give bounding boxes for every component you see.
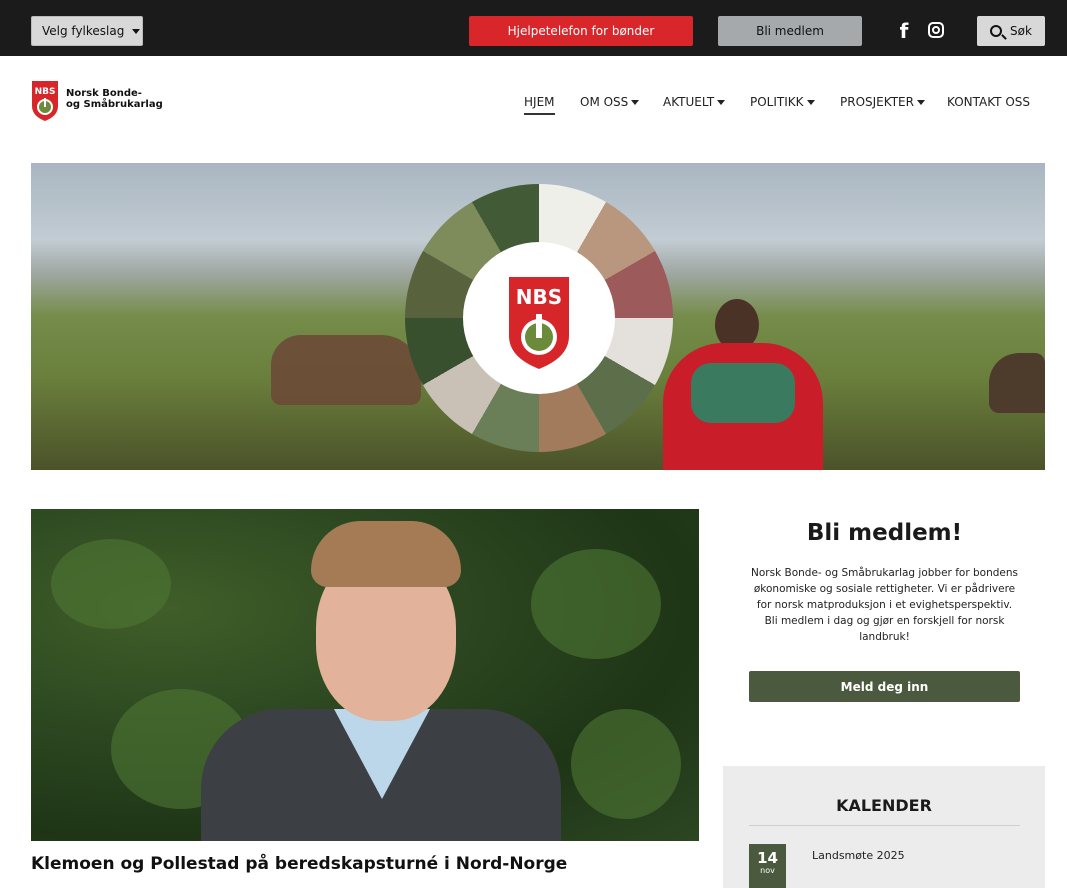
farmer-image — [663, 343, 823, 470]
nav-label: OM OSS — [580, 95, 629, 109]
search-label: Søk — [1010, 24, 1032, 38]
become-member-button[interactable]: Bli medlem — [718, 16, 862, 46]
helpline-button[interactable]: Hjelpetelefon for bønder — [469, 16, 693, 46]
nav-label: KONTAKT OSS — [947, 95, 1031, 109]
nav-item-kontakt-oss[interactable]: KONTAKT OSS — [947, 95, 1030, 109]
nav-item-aktuelt[interactable]: AKTUELT — [663, 95, 726, 109]
join-button[interactable]: Meld deg inn — [749, 671, 1020, 702]
nav-label: HJEM — [524, 95, 555, 109]
article-image[interactable] — [31, 509, 699, 841]
calendar-title: KALENDER — [836, 796, 932, 815]
event-month: nov — [760, 866, 775, 875]
article-title[interactable]: Klemoen og Pollestad på beredskapsturné … — [31, 854, 567, 874]
org-name[interactable]: Norsk Bonde- og Småbrukarlag — [66, 88, 163, 110]
instagram-icon[interactable] — [928, 22, 944, 38]
caret-down-icon — [132, 28, 141, 34]
caret-down-icon — [916, 99, 925, 105]
county-select-label: Velg fylkeslag — [42, 24, 125, 38]
shield-logo-icon: NBS — [507, 275, 571, 372]
caret-down-icon — [717, 99, 726, 105]
caret-down-icon — [631, 99, 640, 105]
person-hair — [311, 521, 461, 587]
cow-image — [989, 353, 1045, 413]
event-title[interactable]: Landsmøte 2025 — [812, 849, 905, 862]
nav-item-om-oss[interactable]: OM OSS — [580, 95, 640, 109]
photo-ring-logo: NBS — [405, 184, 673, 452]
nav-label: PROSJEKTER — [840, 95, 914, 109]
nav-item-hjem[interactable]: HJEM — [524, 95, 555, 115]
divider — [749, 825, 1020, 826]
nav-item-prosjekter[interactable]: PROSJEKTER — [840, 95, 925, 109]
facebook-icon[interactable]: f — [896, 16, 912, 46]
nav-item-politikk[interactable]: POLITIKK — [750, 95, 815, 109]
membership-text: Norsk Bonde- og Småbrukarlag jobber for … — [751, 567, 1018, 643]
search-button[interactable]: Søk — [977, 16, 1045, 46]
hero-banner: NBS — [31, 163, 1045, 470]
event-date-badge[interactable]: 14 nov — [749, 844, 786, 888]
org-name-line2: og Småbrukarlag — [66, 99, 163, 110]
logo-lettering: NBS — [35, 87, 56, 97]
cow-image — [271, 335, 421, 405]
caret-down-icon — [806, 99, 815, 105]
nav-label: AKTUELT — [663, 95, 715, 109]
nav-label: POLITIKK — [750, 95, 804, 109]
top-bar: Velg fylkeslag Hjelpetelefon for bønder … — [0, 0, 1067, 56]
membership-title: Bli medlem! — [806, 520, 963, 546]
logo-icon[interactable]: NBS — [31, 80, 59, 122]
event-day: 14 — [757, 849, 778, 867]
shield-lettering: NBS — [516, 285, 562, 309]
calendar-panel: KALENDER 14 nov Landsmøte 2025 — [723, 766, 1045, 888]
org-name-line1: Norsk Bonde- — [66, 88, 142, 99]
county-select-button[interactable]: Velg fylkeslag — [31, 16, 143, 46]
search-icon — [990, 25, 1003, 37]
